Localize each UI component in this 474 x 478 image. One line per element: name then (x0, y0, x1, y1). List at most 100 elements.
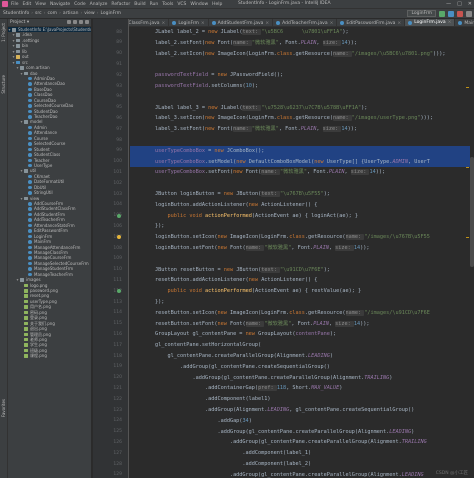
code-token: name: (345, 234, 365, 241)
code-line[interactable]: loginButton.addActionListener(new Action… (130, 200, 317, 211)
code-line[interactable]: .addComponent(label_2) (130, 459, 311, 470)
code-line[interactable]: label_2.setIcon(new ImageIcon(LoginFrm.c… (130, 49, 446, 60)
close-tab-icon[interactable]: × (397, 21, 401, 26)
scrollbar-thumb[interactable] (470, 157, 474, 267)
code-line[interactable]: .addGroup(gl_contentPane.createParallelG… (130, 427, 414, 438)
menu-item[interactable]: Code (74, 2, 86, 7)
code-line[interactable]: .addGap(34) (130, 416, 251, 427)
code-line[interactable]: passwordTextField.setColumns(10); (130, 81, 258, 92)
code-line[interactable]: }); (130, 297, 164, 308)
maximize-icon[interactable]: □ (457, 1, 462, 7)
code-line[interactable]: resetButton.setIcon(new ImageIcon(LoginF… (130, 308, 430, 319)
close-tab-icon[interactable]: × (265, 21, 269, 26)
code-line[interactable]: loginButton.setIcon(new ImageIcon(LoginF… (130, 232, 430, 243)
breadcrumb-separator: › (59, 11, 61, 16)
menu-item[interactable]: VCS (177, 2, 186, 7)
code-line[interactable]: JLabel label_2 = new JLabel(text: "\u5BC… (130, 27, 349, 38)
code-line[interactable]: JButton loginButton = new JButton(text: … (130, 189, 330, 200)
line-number: 120 (113, 375, 122, 381)
code-line[interactable]: .addGroup(gl_contentPane.createParallelG… (130, 373, 392, 384)
menu-item[interactable]: Analyze (90, 2, 108, 7)
code-line[interactable]: label_3.setIcon(new ImageIcon(LoginFrm.c… (130, 113, 433, 124)
menu-item[interactable]: Window (190, 2, 208, 7)
breadcrumb-item[interactable]: src (35, 11, 42, 16)
menu-item[interactable]: Build (134, 2, 145, 7)
menu-item[interactable]: Refactor (111, 2, 130, 7)
locate-icon[interactable] (67, 20, 71, 24)
menu-item[interactable]: Run (150, 2, 159, 7)
code-line[interactable]: .addGroup(gl_contentPane.createParallelG… (130, 470, 424, 478)
code-line[interactable]: .addGroup(gl_contentPane.createParallelG… (130, 437, 427, 448)
tree-item[interactable]: 课程.png (8, 353, 91, 358)
breadcrumb-item[interactable]: view (84, 11, 94, 16)
close-tab-icon[interactable]: × (162, 21, 166, 26)
code-line[interactable]: JButton resetButton = new JButton(text: … (130, 265, 330, 276)
code-line[interactable]: userTypeComboBox.setModel(new DefaultCom… (130, 156, 474, 168)
editor-tab[interactable]: MainFrm.java× (455, 19, 474, 26)
editor-tab[interactable]: LoginFrm × (169, 19, 209, 26)
breadcrumb-item[interactable]: artisan (63, 11, 79, 16)
debug-icon[interactable] (448, 10, 454, 17)
code-token: passwordTextField (130, 72, 209, 79)
warning-marker[interactable] (466, 167, 469, 168)
code-line[interactable]: gl_contentPane.createParallelGroup(Align… (130, 351, 333, 362)
breadcrumb-item[interactable]: StudentInfo (3, 11, 29, 16)
breadcrumb-item[interactable]: LoginFrm (100, 11, 121, 16)
code-line[interactable]: public void actionPerformed(ActionEvent … (130, 211, 358, 222)
stop-icon[interactable] (457, 10, 463, 17)
menu-item[interactable]: Tools (162, 2, 173, 7)
code-line[interactable]: gl_contentPane.setHorizontalGroup( (130, 340, 261, 351)
code-line[interactable]: loginButton.setFont(new Font(name: "微软雅黑… (130, 243, 369, 254)
menu-item[interactable]: View (35, 2, 46, 7)
close-tab-icon[interactable]: × (201, 21, 205, 26)
code-line[interactable]: .addGroup(Alignment.LEADING, gl_contentP… (130, 405, 414, 416)
warning-marker[interactable] (466, 237, 469, 238)
editor-tab[interactable]: LoginFrm.java × (405, 19, 456, 26)
code-line[interactable]: }); (130, 221, 164, 232)
hide-icon[interactable] (85, 20, 89, 24)
collapse-icon[interactable] (73, 20, 77, 24)
code-line[interactable]: .addContainerGap(pref: 118, Short.MAX_VA… (130, 383, 342, 394)
code-token: "微软雅黑" (264, 245, 292, 251)
search-icon[interactable] (466, 10, 472, 17)
run-icon[interactable] (439, 10, 445, 17)
run-config-select[interactable]: LoginFrm (407, 10, 436, 17)
code-line[interactable]: .addComponent(label1) (130, 394, 271, 405)
code-line[interactable]: userTypeComboBox.setFont(new Font(name: … (130, 167, 385, 178)
code-editor[interactable]: JLabel label_2 = new JLabel(text: "\u5BC… (130, 27, 474, 478)
code-line[interactable]: .addComponent(label_1) (130, 448, 311, 459)
editor-tab[interactable]: AddStudentFrm.java × (209, 19, 274, 26)
minimize-icon[interactable]: — (446, 1, 451, 7)
menu-item[interactable]: Edit (23, 2, 32, 7)
project-panel-title[interactable]: Project ▾ (10, 20, 29, 25)
code-line[interactable]: resetButton.addActionListener(new Action… (130, 275, 317, 286)
code-line[interactable]: userTypeComboBox = new JComboBox(); (130, 145, 474, 157)
close-icon[interactable]: ✕ (468, 1, 472, 7)
code-line[interactable]: GroupLayout gl_contentPane = new GroupLa… (130, 329, 336, 340)
code-line[interactable]: JLabel label_3 = new JLabel(text: "\u752… (130, 103, 367, 114)
code-line[interactable]: passwordTextField = new JPasswordField()… (130, 70, 283, 81)
favorites-tool-tab[interactable]: Favorites (1, 399, 6, 417)
code-line[interactable]: public void actionPerformed(ActionEvent … (130, 286, 361, 297)
structure-tool-tab[interactable]: Structure (1, 75, 6, 94)
override-marker-icon[interactable] (117, 213, 121, 218)
editor-tab[interactable]: EditPasswordFrm.java × (337, 19, 406, 26)
code-line[interactable]: .addGroup(gl_contentPane.createSequentia… (130, 362, 330, 373)
editor-tab[interactable]: AddTeacherFrm.java × (273, 19, 338, 26)
gear-icon[interactable] (79, 20, 83, 24)
editor-scrollbar[interactable] (466, 27, 474, 478)
warning-marker[interactable] (466, 87, 469, 88)
code-line[interactable]: label_3.setFont(new Font(name: "微软雅黑", F… (130, 124, 357, 135)
code-token: contentPane (295, 331, 330, 338)
code-line[interactable]: resetButton.setFont(new Font(name: "微软雅黑… (130, 319, 369, 330)
close-tab-icon[interactable]: × (330, 21, 334, 26)
project-tool-tab[interactable]: 1: Project (1, 23, 6, 42)
close-tab-icon[interactable]: × (448, 20, 452, 25)
menu-item[interactable]: Help (212, 2, 222, 7)
menu-item[interactable]: Navigate (50, 2, 70, 7)
menu-item[interactable]: File (11, 2, 19, 7)
code-line[interactable]: label_2.setFont(new Font(name: "微软雅黑", F… (130, 38, 357, 49)
code-token: JButton resetButton = (130, 266, 224, 273)
breadcrumb-item[interactable]: com (47, 11, 57, 16)
class-icon (28, 267, 32, 271)
